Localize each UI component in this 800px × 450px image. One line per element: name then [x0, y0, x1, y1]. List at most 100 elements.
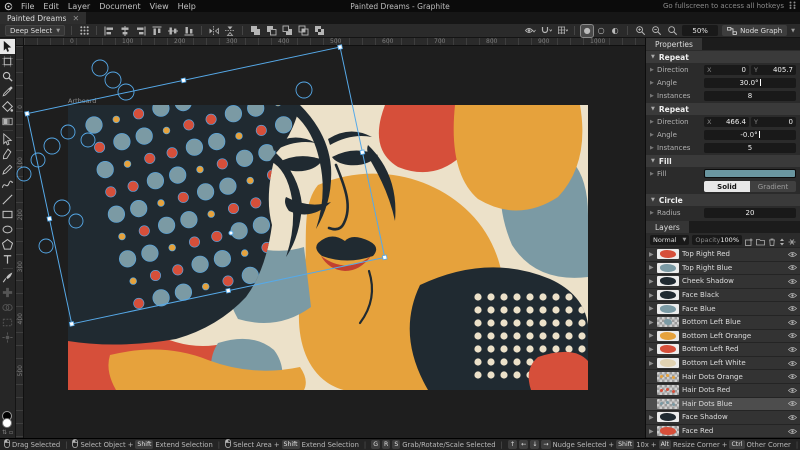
- boolean-subtract-front-icon[interactable]: [265, 25, 277, 37]
- zoom-in-icon[interactable]: [634, 25, 646, 37]
- align-left-icon[interactable]: [103, 25, 115, 37]
- opacity-field[interactable]: Opacity100%: [692, 235, 742, 245]
- expand-icon[interactable]: ▶: [650, 210, 654, 216]
- layer-visibility-eye-icon[interactable]: [788, 428, 797, 435]
- direction-y-field[interactable]: Y0: [751, 117, 796, 127]
- layer-expand-icon[interactable]: ▶: [649, 414, 654, 421]
- expand-icon[interactable]: ▶: [650, 80, 654, 86]
- layer-visibility-eye-icon[interactable]: [788, 346, 797, 353]
- blend-mode-dropdown[interactable]: Normal▼: [650, 235, 689, 245]
- layer-expand-icon[interactable]: ▶: [649, 428, 654, 435]
- flip-vertical-icon[interactable]: [224, 25, 236, 37]
- layer-row-bottom-left-white[interactable]: ▶Bottom Left White: [646, 357, 800, 370]
- layer-visibility-eye-icon[interactable]: [788, 305, 797, 312]
- layer-visibility-eye-icon[interactable]: [788, 414, 797, 421]
- viewport[interactable]: 01002003004005006007008009001000 0100200…: [16, 38, 645, 438]
- overlays-dropdown-icon[interactable]: [524, 25, 536, 37]
- zoom-out-icon[interactable]: [650, 25, 662, 37]
- menu-file[interactable]: File: [21, 2, 34, 11]
- layer-visibility-eye-icon[interactable]: [788, 278, 797, 285]
- fill-tool[interactable]: [0, 99, 15, 114]
- grid-dropdown-icon[interactable]: [556, 25, 568, 37]
- expand-icon[interactable]: ▶: [650, 132, 654, 138]
- align-v-center-icon[interactable]: [167, 25, 179, 37]
- align-bottom-icon[interactable]: [183, 25, 195, 37]
- expand-icon[interactable]: ▶: [650, 119, 654, 125]
- layer-visibility-eye-icon[interactable]: [788, 332, 797, 339]
- swap-colors-icon[interactable]: ⇅: [2, 429, 7, 436]
- menu-edit[interactable]: Edit: [43, 2, 59, 11]
- expand-icon[interactable]: ▶: [650, 145, 654, 151]
- panel-collapse-icon[interactable]: ▼: [791, 28, 795, 34]
- view-mode-pixels-icon[interactable]: ◐: [609, 25, 621, 37]
- layer-row-bottom-left-orange[interactable]: ▶Bottom Left Orange: [646, 330, 800, 343]
- direction-x-field[interactable]: X0: [704, 65, 749, 75]
- drag-handle-icon[interactable]: [789, 1, 796, 11]
- layer-row-face-black[interactable]: ▶Face Black: [646, 289, 800, 302]
- artboard-canvas[interactable]: [68, 105, 588, 390]
- layer-visibility-eye-icon[interactable]: [788, 387, 797, 394]
- layer-visibility-eye-icon[interactable]: [788, 373, 797, 380]
- flip-horizontal-icon[interactable]: [208, 25, 220, 37]
- layer-visibility-eye-icon[interactable]: [788, 264, 797, 271]
- layer-expand-icon[interactable]: ▶: [649, 251, 654, 258]
- fill-color-swatch[interactable]: [704, 169, 796, 178]
- document-tab[interactable]: Painted Dreams ✕: [0, 12, 86, 24]
- layer-row-bottom-left-blue[interactable]: ▶Bottom Left Blue: [646, 316, 800, 329]
- rectangle-tool[interactable]: [0, 207, 15, 222]
- layer-row-top-right-blue[interactable]: ▶Top Right Blue: [646, 262, 800, 275]
- section-repeat-2[interactable]: ▼Repeat: [646, 103, 800, 115]
- artboard-tool[interactable]: [0, 54, 15, 69]
- expand-icon[interactable]: ▶: [650, 67, 654, 73]
- layer-row-face-shadow[interactable]: ▶Face Shadow: [646, 411, 800, 424]
- brush-tool[interactable]: [0, 270, 15, 285]
- boolean-intersect-icon[interactable]: [297, 25, 309, 37]
- node-graph-button[interactable]: Node Graph: [722, 25, 787, 36]
- fill-gradient-button[interactable]: Gradient: [750, 181, 796, 192]
- layer-expand-icon[interactable]: ▶: [649, 292, 654, 299]
- polygon-tool[interactable]: [0, 237, 15, 252]
- align-right-icon[interactable]: [135, 25, 147, 37]
- layer-row-hair-dots-orange[interactable]: Hair Dots Orange: [646, 370, 800, 383]
- layer-row-bottom-left-red[interactable]: ▶Bottom Left Red: [646, 343, 800, 356]
- section-repeat-1[interactable]: ▼Repeat: [646, 51, 800, 63]
- instances-field[interactable]: 8: [704, 91, 796, 101]
- layer-expand-icon[interactable]: ▶: [649, 278, 654, 285]
- layer-row-cheek-shadow[interactable]: ▶Cheek Shadow: [646, 275, 800, 288]
- menu-view[interactable]: View: [150, 2, 169, 11]
- tab-layers[interactable]: Layers: [646, 221, 689, 233]
- tab-properties[interactable]: Properties: [646, 38, 702, 50]
- align-top-icon[interactable]: [151, 25, 163, 37]
- layer-row-face-red[interactable]: ▶Face Red: [646, 425, 800, 438]
- expand-icon[interactable]: ▶: [650, 93, 654, 99]
- layer-expand-icon[interactable]: ▶: [649, 360, 654, 367]
- expand-icon[interactable]: ▶: [650, 171, 654, 177]
- layer-row-hair-dots-red[interactable]: Hair Dots Red: [646, 384, 800, 397]
- direction-x-field[interactable]: X466.4: [704, 117, 749, 127]
- view-mode-normal-icon[interactable]: ●: [581, 25, 593, 37]
- radius-field[interactable]: 20: [704, 208, 796, 218]
- layer-row-hair-dots-blue[interactable]: Hair Dots Blue: [646, 398, 800, 411]
- zoom-level-field[interactable]: 50%: [682, 25, 718, 36]
- section-fill[interactable]: ▼Fill: [646, 155, 800, 167]
- layer-expand-icon[interactable]: ▶: [649, 305, 654, 312]
- layer-row-top-right-red[interactable]: ▶Top Right Red: [646, 248, 800, 261]
- instances-field[interactable]: 5: [704, 143, 796, 153]
- layer-row-face-blue[interactable]: ▶Face Blue: [646, 302, 800, 315]
- line-tool[interactable]: [0, 192, 15, 207]
- direction-y-field[interactable]: Y405.7: [751, 65, 796, 75]
- layer-visibility-eye-icon[interactable]: [788, 400, 797, 407]
- boolean-union-icon[interactable]: [249, 25, 261, 37]
- fill-solid-button[interactable]: Solid: [704, 181, 750, 192]
- selection-mode-dropdown[interactable]: Deep Select ▼: [5, 25, 65, 36]
- layer-visibility-eye-icon[interactable]: [788, 319, 797, 326]
- spline-tool[interactable]: [0, 177, 15, 192]
- pivot-grid-icon[interactable]: [78, 25, 90, 37]
- angle-field[interactable]: -0.0°: [704, 130, 796, 140]
- navigate-tool[interactable]: [0, 69, 15, 84]
- eyedropper-tool[interactable]: [0, 84, 15, 99]
- menu-layer[interactable]: Layer: [68, 2, 90, 11]
- layer-visibility-eye-icon[interactable]: [788, 360, 797, 367]
- freehand-tool[interactable]: [0, 162, 15, 177]
- boolean-subtract-back-icon[interactable]: [281, 25, 293, 37]
